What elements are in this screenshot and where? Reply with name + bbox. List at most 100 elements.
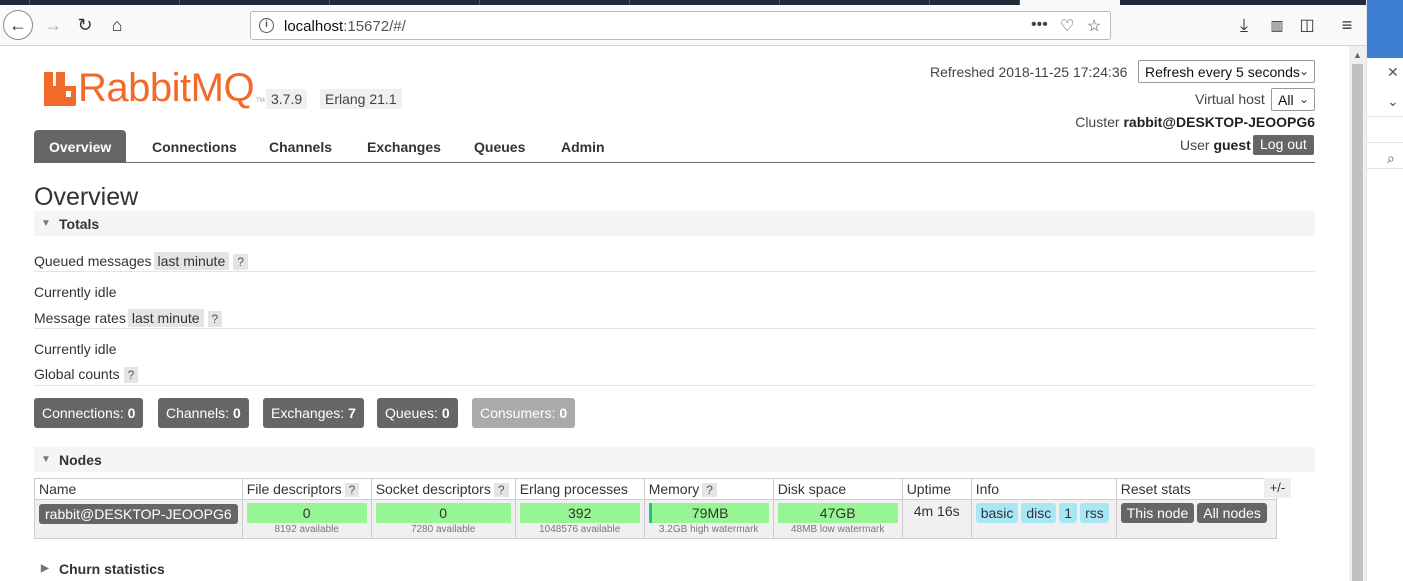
- tab-overview[interactable]: Overview: [34, 130, 127, 162]
- connections-count-button[interactable]: Connections: 0: [34, 398, 144, 428]
- chevron-down-icon: ⌄: [1298, 92, 1309, 106]
- cluster-name: rabbit@DESKTOP-JEOOPG6: [1123, 114, 1315, 130]
- message-rates-help-button[interactable]: ?: [207, 311, 223, 327]
- sidebar-icon[interactable]: ◫: [1292, 10, 1322, 40]
- address-bar[interactable]: i localhost:15672/#/ ••• ♡ ☆: [250, 11, 1111, 40]
- column-header-label: File descriptors: [246, 481, 342, 497]
- file-descriptors-cell: 0 8192 available: [241, 499, 372, 539]
- global-counts-help-button[interactable]: ?: [123, 367, 139, 383]
- count-value: 0: [441, 405, 450, 421]
- site-info-icon[interactable]: i: [259, 18, 274, 33]
- node-name-link[interactable]: rabbit@DESKTOP-JEOOPG6: [39, 504, 238, 524]
- refreshed-timestamp: Refreshed 2018-11-25 17:24:36: [930, 64, 1128, 80]
- forward-arrow-icon[interactable]: →: [38, 10, 68, 40]
- memory-help-button[interactable]: ?: [702, 483, 717, 497]
- brand-wordmark: RabbitMQ: [78, 66, 255, 110]
- count-value: 0: [232, 405, 241, 421]
- tab-queues[interactable]: Queues: [459, 130, 540, 162]
- back-arrow-icon[interactable]: ←: [3, 10, 33, 40]
- message-rates-row: Message rates last minute?: [34, 309, 223, 327]
- file-descriptors-help-button[interactable]: ?: [344, 483, 360, 497]
- download-icon[interactable]: ⤓: [1229, 10, 1259, 40]
- tab-channels[interactable]: Channels: [254, 130, 347, 162]
- count-label: Channels:: [166, 405, 230, 421]
- consumers-count-button[interactable]: Consumers: 0: [472, 398, 576, 428]
- column-header-socket-descriptors: Socket descriptors?: [370, 478, 516, 500]
- queued-messages-row: Queued messages last minute?: [34, 252, 248, 270]
- reload-icon[interactable]: ↻: [70, 10, 100, 40]
- message-rates-status: Currently idle: [34, 341, 117, 357]
- library-icon[interactable]: ▥: [1262, 10, 1292, 40]
- tab-connections[interactable]: Connections: [137, 130, 252, 162]
- nodes-table: Name File descriptors? Socket descriptor…: [34, 478, 1277, 539]
- totals-section-toggle[interactable]: ▼ Totals: [34, 211, 1315, 236]
- virtual-host-select[interactable]: All ⌄: [1271, 88, 1315, 111]
- trademark: TM: [256, 98, 265, 104]
- divider: [34, 271, 1315, 272]
- message-rates-label: Message rates: [34, 310, 126, 326]
- cluster-info: Cluster rabbit@DESKTOP-JEOOPG6: [1075, 114, 1315, 130]
- disk-space-watermark: 48MB low watermark: [791, 524, 885, 535]
- socket-descriptors-available: 7280 available: [410, 524, 476, 535]
- column-header-reset-stats: Reset stats: [1115, 478, 1277, 500]
- close-icon[interactable]: ✕: [1387, 64, 1399, 81]
- totals-heading: Totals: [59, 216, 100, 232]
- socket-descriptors-help-button[interactable]: ?: [493, 483, 509, 497]
- erlang-processes-cell: 392 1048576 available: [514, 499, 645, 539]
- reset-stats-cell: This node All nodes: [1115, 499, 1277, 539]
- bookmark-star-icon[interactable]: ☆: [1087, 16, 1101, 36]
- chevron-down-icon[interactable]: ⌄: [1387, 93, 1399, 110]
- column-header-label: Uptime: [906, 481, 952, 497]
- divider: [34, 385, 1315, 386]
- message-rates-range-button[interactable]: last minute: [127, 309, 204, 327]
- info-badge-disc: disc: [1021, 503, 1057, 523]
- column-header-file-descriptors: File descriptors?: [241, 478, 372, 500]
- uptime-cell: 4m 16s: [901, 499, 972, 539]
- info-badge-rss: rss: [1080, 503, 1109, 523]
- count-label: Exchanges:: [271, 405, 345, 421]
- memory-cell: 79MB 3.2GB high watermark: [643, 499, 774, 539]
- browser-toolbar: ← → ↻ ⌂ i localhost:15672/#/ ••• ♡ ☆ ⤓ ▥…: [0, 5, 1403, 46]
- queued-messages-label: Queued messages: [34, 253, 152, 269]
- rabbitmq-logo[interactable]: RabbitMQ TM: [44, 66, 265, 110]
- vertical-scrollbar[interactable]: ▲: [1349, 46, 1366, 581]
- menu-icon[interactable]: ≡: [1332, 10, 1362, 40]
- memory-watermark: 3.2GB high watermark: [658, 524, 759, 535]
- queues-count-button[interactable]: Queues: 0: [377, 398, 458, 428]
- nodes-section-toggle[interactable]: ▼ Nodes: [34, 447, 1315, 472]
- column-header-label: Reset stats: [1120, 481, 1191, 497]
- count-label: Consumers:: [480, 405, 556, 421]
- version-badge: 3.7.9: [266, 89, 308, 109]
- refresh-interval-select[interactable]: Refresh every 5 seconds ⌄: [1138, 60, 1315, 83]
- churn-statistics-section-toggle[interactable]: ▶ Churn statistics: [34, 556, 1315, 581]
- info-badge-basic: basic: [975, 503, 1019, 523]
- column-header-label: Erlang processes: [519, 481, 628, 497]
- home-icon[interactable]: ⌂: [102, 10, 132, 40]
- scrollbar-thumb[interactable]: [1352, 64, 1363, 581]
- nodes-heading: Nodes: [59, 452, 102, 468]
- scroll-up-arrow-icon[interactable]: ▲: [1353, 50, 1362, 60]
- queued-messages-status: Currently idle: [34, 284, 117, 300]
- queued-messages-help-button[interactable]: ?: [233, 254, 248, 270]
- count-label: Connections:: [42, 405, 124, 421]
- tab-admin[interactable]: Admin: [546, 130, 620, 162]
- search-icon[interactable]: ⌕: [1387, 150, 1395, 167]
- refresh-interval-value: Refresh every 5 seconds: [1145, 64, 1300, 80]
- queued-messages-range-button[interactable]: last minute: [153, 252, 230, 270]
- column-header-erlang-processes: Erlang processes: [514, 478, 645, 500]
- column-header-label: Socket descriptors: [375, 481, 491, 497]
- column-header-name: Name: [34, 478, 243, 500]
- channels-count-button[interactable]: Channels: 0: [158, 398, 249, 428]
- page-actions-icon[interactable]: •••: [1031, 16, 1048, 34]
- chevron-down-icon: ⌄: [1298, 64, 1309, 78]
- rabbitmq-logo-icon: [44, 72, 76, 106]
- reset-all-nodes-button[interactable]: All nodes: [1197, 503, 1267, 523]
- reset-this-node-button[interactable]: This node: [1120, 503, 1195, 523]
- pocket-icon[interactable]: ♡: [1060, 16, 1074, 36]
- column-header-disk-space: Disk space: [772, 478, 903, 500]
- exchanges-count-button[interactable]: Exchanges: 7: [263, 398, 364, 428]
- erlang-processes-available: 1048576 available: [539, 524, 621, 535]
- disk-space-bar: 47GB: [777, 503, 898, 523]
- tab-exchanges[interactable]: Exchanges: [352, 130, 456, 162]
- column-toggle-button[interactable]: +/-: [1264, 478, 1291, 498]
